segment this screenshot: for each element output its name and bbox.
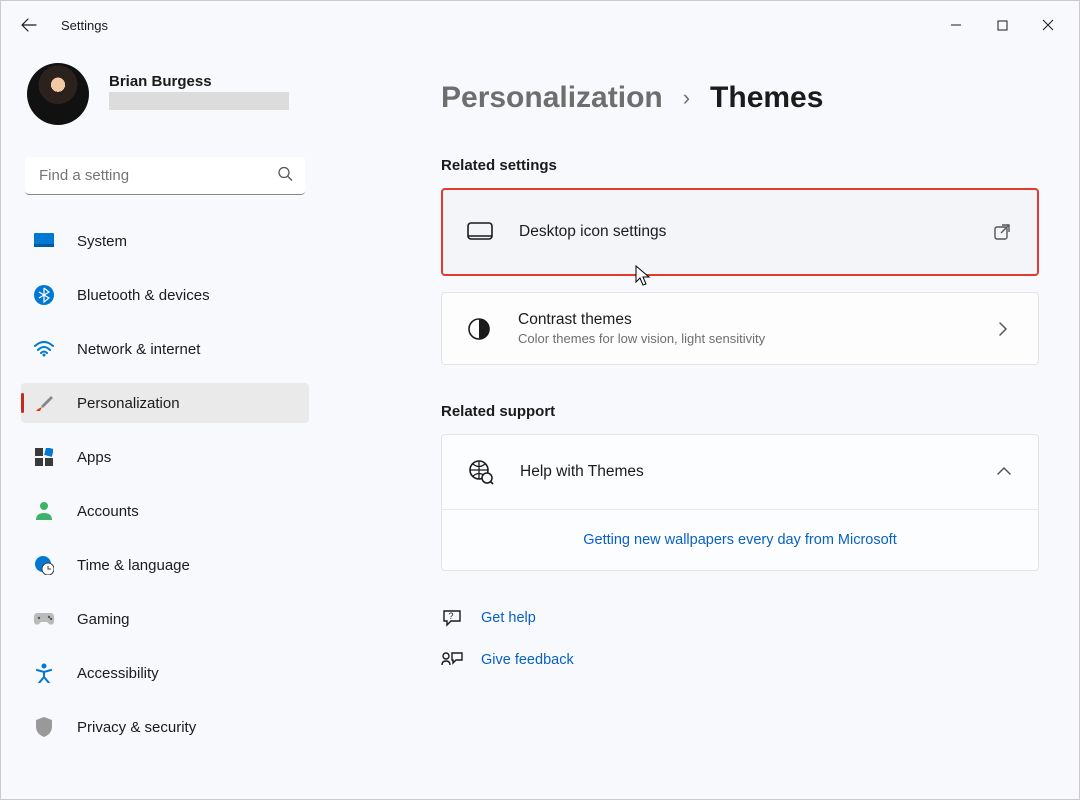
chevron-up-icon — [996, 463, 1012, 481]
avatar — [27, 63, 89, 125]
wifi-icon — [33, 338, 55, 360]
sidebar-item-accessibility[interactable]: Accessibility — [21, 653, 309, 693]
close-button[interactable] — [1025, 5, 1071, 45]
arrow-left-icon — [21, 17, 37, 33]
chat-help-icon: ? — [441, 607, 463, 629]
search-icon[interactable] — [277, 166, 293, 187]
sidebar-item-time-language[interactable]: Time & language — [21, 545, 309, 585]
main-content: Personalization › Themes Related setting… — [321, 49, 1079, 799]
give-feedback-link[interactable]: Give feedback — [481, 652, 574, 668]
person-icon — [33, 500, 55, 522]
card-title: Desktop icon settings — [519, 223, 991, 241]
search-input[interactable] — [25, 157, 305, 195]
search-box — [25, 157, 305, 195]
sidebar-item-personalization[interactable]: Personalization — [21, 383, 309, 423]
bluetooth-icon — [33, 284, 55, 306]
sidebar-item-system[interactable]: System — [21, 221, 309, 261]
sidebar-item-label: Gaming — [77, 611, 130, 628]
desktop-icon — [467, 219, 493, 245]
app-title: Settings — [61, 18, 108, 33]
contrast-icon — [466, 316, 492, 342]
get-help-row[interactable]: ? Get help — [441, 607, 1039, 629]
breadcrumb-current: Themes — [710, 81, 823, 115]
open-external-icon — [991, 221, 1013, 243]
get-help-link[interactable]: Get help — [481, 610, 536, 626]
breadcrumb: Personalization › Themes — [441, 81, 1039, 115]
sidebar-item-label: Network & internet — [77, 341, 200, 358]
sidebar-item-gaming[interactable]: Gaming — [21, 599, 309, 639]
card-title: Help with Themes — [520, 463, 996, 481]
feedback-icon — [441, 649, 463, 671]
help-with-themes-header[interactable]: Help with Themes — [442, 435, 1038, 509]
breadcrumb-parent[interactable]: Personalization — [441, 81, 663, 115]
title-bar: Settings — [1, 1, 1079, 49]
sidebar-item-label: Personalization — [77, 395, 180, 412]
maximize-button[interactable] — [979, 5, 1025, 45]
desktop-icon-settings-card[interactable]: Desktop icon settings — [441, 188, 1039, 276]
svg-text:?: ? — [448, 611, 453, 621]
sidebar-item-label: Time & language — [77, 557, 190, 574]
sidebar-item-label: Accessibility — [77, 665, 159, 682]
accessibility-icon — [33, 662, 55, 684]
gamepad-icon — [33, 608, 55, 630]
user-block[interactable]: Brian Burgess — [21, 49, 309, 147]
monitor-icon — [33, 230, 55, 252]
sidebar-item-label: Privacy & security — [77, 719, 196, 736]
contrast-themes-card[interactable]: Contrast themes Color themes for low vis… — [441, 292, 1039, 365]
globe-clock-icon — [33, 554, 55, 576]
give-feedback-row[interactable]: Give feedback — [441, 649, 1039, 671]
user-name: Brian Burgess — [109, 73, 289, 90]
globe-search-icon — [468, 459, 494, 485]
help-with-themes-card: Help with Themes Getting new wallpapers … — [441, 434, 1039, 571]
minimize-button[interactable] — [933, 5, 979, 45]
sidebar-item-bluetooth[interactable]: Bluetooth & devices — [21, 275, 309, 315]
chevron-right-icon — [992, 318, 1014, 340]
back-button[interactable] — [9, 5, 49, 45]
paintbrush-icon — [33, 392, 55, 414]
sidebar-item-apps[interactable]: Apps — [21, 437, 309, 477]
user-email-redacted — [109, 92, 289, 110]
related-settings-heading: Related settings — [441, 157, 1039, 174]
apps-icon — [33, 446, 55, 468]
sidebar-item-label: Bluetooth & devices — [77, 287, 210, 304]
sidebar-item-accounts[interactable]: Accounts — [21, 491, 309, 531]
sidebar: Brian Burgess System Bluetooth & devices — [1, 49, 321, 799]
sidebar-item-network[interactable]: Network & internet — [21, 329, 309, 369]
related-support-heading: Related support — [441, 403, 1039, 420]
shield-icon — [33, 716, 55, 738]
card-title: Contrast themes — [518, 311, 992, 329]
sidebar-item-label: Apps — [77, 449, 111, 466]
card-subtitle: Color themes for low vision, light sensi… — [518, 331, 992, 346]
sidebar-item-privacy[interactable]: Privacy & security — [21, 707, 309, 747]
chevron-right-icon: › — [683, 85, 690, 111]
sidebar-item-label: Accounts — [77, 503, 139, 520]
wallpapers-link[interactable]: Getting new wallpapers every day from Mi… — [442, 509, 1038, 570]
sidebar-item-label: System — [77, 233, 127, 250]
